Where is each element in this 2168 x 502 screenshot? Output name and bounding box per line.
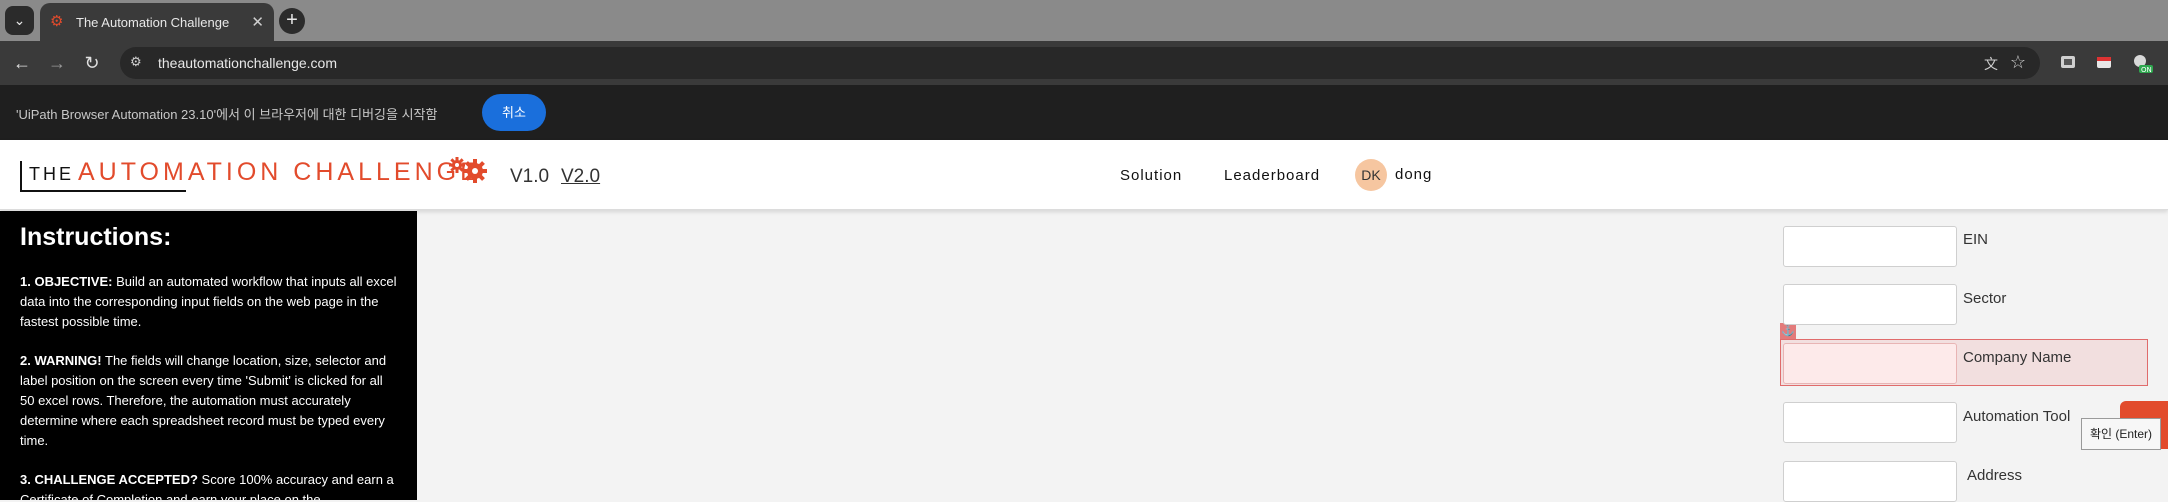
instructions-panel: Instructions: 1. OBJECTIVE: Build an aut… <box>0 211 417 500</box>
tab-search-icon[interactable]: ⌄ <box>5 6 34 35</box>
forward-icon[interactable]: → <box>46 52 68 74</box>
anchor-icon[interactable]: ⚓ <box>1780 323 1796 339</box>
infobar-message: 'UiPath Browser Automation 23.10'에서 이 브라… <box>16 107 438 122</box>
automation-tool-label: Automation Tool <box>1963 408 2071 425</box>
instruction-item: 2. WARNING! The fields will change locat… <box>20 351 397 451</box>
version-2-link[interactable]: V2.0 <box>561 166 600 188</box>
instruction-lead: 2. WARNING! <box>20 353 102 368</box>
site-info-icon[interactable]: ⚙ <box>130 54 142 70</box>
url-text[interactable]: theautomationchallenge.com <box>158 55 337 71</box>
company-name-label: Company Name <box>1963 349 2072 366</box>
sector-label: Sector <box>1963 290 2007 307</box>
translate-icon[interactable]: 文 <box>1984 54 1998 74</box>
extension-icon[interactable] <box>2059 53 2077 71</box>
bookmark-star-icon[interactable]: ☆ <box>2010 52 2026 73</box>
user-avatar[interactable]: DK <box>1355 159 1387 191</box>
nav-leaderboard[interactable]: Leaderboard <box>1224 167 1320 184</box>
new-tab-button[interactable]: + <box>279 8 305 34</box>
debug-infobar: 'UiPath Browser Automation 23.10'에서 이 브라… <box>0 85 2168 140</box>
uipath-extension-icon[interactable] <box>2095 53 2113 71</box>
svg-text:ON: ON <box>2141 66 2152 74</box>
address-label: Address <box>1967 467 2023 484</box>
instruction-item: 3. CHALLENGE ACCEPTED? Score 100% accura… <box>20 470 397 500</box>
instruction-lead: 3. CHALLENGE ACCEPTED? <box>20 472 198 487</box>
browser-toolbar: ← → ↻ ⚙ theautomationchallenge.com 文 ☆ <box>0 41 2168 85</box>
company-name-input[interactable] <box>1783 343 1957 384</box>
site-header: THE AUTOMATION CHALLENGE V1.0 V2.0 Solut… <box>0 140 2168 210</box>
logo-gears-icon <box>449 157 487 183</box>
cancel-debug-button[interactable]: 취소 <box>482 94 546 131</box>
ein-label: EIN <box>1963 231 1989 248</box>
sector-input[interactable] <box>1783 284 1957 325</box>
instructions-heading: Instructions: <box>20 223 172 251</box>
ein-input[interactable] <box>1783 226 1957 267</box>
back-icon[interactable]: ← <box>11 52 33 74</box>
user-name[interactable]: dong <box>1395 166 1432 183</box>
reload-icon[interactable]: ↻ <box>81 52 103 74</box>
instruction-item: 1. OBJECTIVE: Build an automated workflo… <box>20 272 397 332</box>
instruction-lead: 1. OBJECTIVE: <box>20 274 113 289</box>
address-input[interactable] <box>1783 461 1957 502</box>
automation-tool-input[interactable] <box>1783 402 1957 443</box>
logo-underline <box>20 190 186 192</box>
confirm-enter-button[interactable]: 확인 (Enter) <box>2081 418 2161 450</box>
tab-title: The Automation Challenge <box>76 14 230 30</box>
tab-close-icon[interactable]: ✕ <box>251 13 264 31</box>
version-1-link[interactable]: V1.0 <box>510 166 549 188</box>
address-bar[interactable]: ⚙ theautomationchallenge.com 文 ☆ <box>120 47 2040 79</box>
logo-the-text[interactable]: THE <box>29 164 74 185</box>
browser-tab-strip: ⌄ ⚙ The Automation Challenge ✕ + <box>0 0 2168 41</box>
recorder-extension-icon[interactable]: ON <box>2131 53 2153 74</box>
browser-tab[interactable]: ⚙ The Automation Challenge ✕ <box>40 3 274 41</box>
nav-solution[interactable]: Solution <box>1120 167 1182 184</box>
logo-bracket <box>20 161 22 192</box>
logo-main-text[interactable]: AUTOMATION CHALLENGE <box>78 158 481 187</box>
site-favicon-icon: ⚙ <box>50 13 64 30</box>
